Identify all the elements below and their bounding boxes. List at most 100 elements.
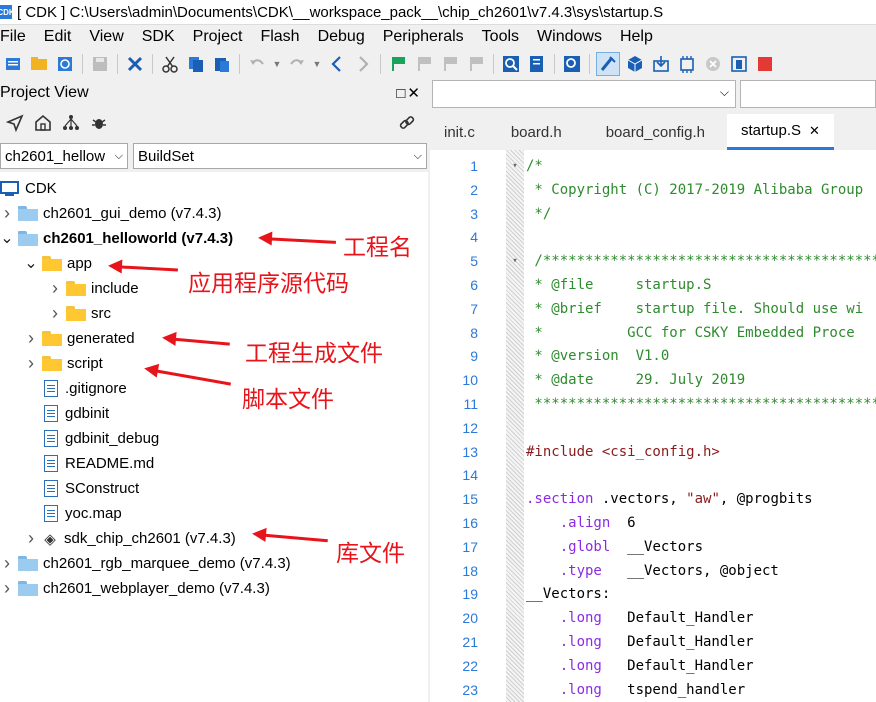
stop-icon[interactable] [702, 53, 724, 75]
panel-window-controls[interactable]: □✕ [396, 84, 422, 102]
tree-folder-item[interactable]: › src [0, 301, 111, 326]
tree-folder-item[interactable]: › script [0, 351, 103, 376]
tab-init-c[interactable]: init.c [430, 114, 489, 150]
menu-help[interactable]: Help [620, 28, 661, 46]
bookmark-flag-icon[interactable] [387, 53, 409, 75]
menu-edit[interactable]: Edit [44, 28, 80, 46]
tree-file-item[interactable]: .gitignore [0, 376, 127, 401]
redo-dropdown-icon[interactable]: ▼ [312, 53, 322, 75]
menu-peripherals[interactable]: Peripherals [383, 28, 472, 46]
locate-file-icon[interactable] [2, 110, 28, 136]
zoom-icon[interactable] [561, 53, 583, 75]
new-file-icon[interactable] [2, 53, 24, 75]
line-number: 4 [470, 229, 478, 246]
tree-project-item[interactable]: ⌄ ch2601_helloworld (v7.4.3) [0, 226, 233, 251]
buildset-select[interactable]: BuildSet ⌵ [133, 143, 427, 169]
code-token: "aw" [686, 491, 720, 508]
menu-project[interactable]: Project [193, 28, 251, 46]
fold-toggle-icon[interactable]: ▾ [510, 161, 520, 171]
code-line: 2 * Copyright (C) 2017-2019 Alibaba Grou… [430, 178, 863, 202]
save-icon[interactable] [89, 53, 111, 75]
navigate-back-icon[interactable] [326, 53, 348, 75]
fold-toggle-icon[interactable]: ▾ [510, 256, 520, 266]
tree-file-item[interactable]: yoc.map [0, 501, 122, 526]
link-icon[interactable] [394, 110, 420, 136]
chevron-right-icon[interactable]: › [24, 353, 38, 374]
code-text: #include <csi_config.h> [526, 444, 720, 460]
chevron-down-icon[interactable]: ⌄ [24, 255, 38, 271]
open-folder-icon[interactable] [28, 53, 50, 75]
undo-dropdown-icon[interactable]: ▼ [272, 53, 282, 75]
bookmark-clear-icon[interactable] [465, 53, 487, 75]
code-line: 23 .long tspend_handler [430, 678, 745, 702]
build-icon[interactable] [596, 52, 620, 76]
bug-icon[interactable] [86, 110, 112, 136]
erase-icon[interactable] [728, 53, 750, 75]
tree-folder-item[interactable]: › include [0, 276, 139, 301]
menu-view[interactable]: View [89, 28, 131, 46]
tab-board-config-h[interactable]: board_config.h [584, 114, 727, 150]
bookmark-prev-icon[interactable] [413, 53, 435, 75]
project-select-value: ch2601_hellow [5, 147, 106, 165]
chevron-right-icon[interactable]: › [48, 278, 62, 299]
folder-icon [66, 306, 86, 321]
find-in-files-icon[interactable] [526, 53, 548, 75]
line-number: 5 [470, 253, 478, 270]
code-token: .long [526, 657, 602, 674]
tab-board-h[interactable]: board.h [489, 114, 584, 150]
symbol-select[interactable] [740, 80, 876, 108]
redo-icon[interactable] [286, 53, 308, 75]
navigate-forward-icon[interactable] [352, 53, 374, 75]
tree-file-item[interactable]: gdbinit_debug [0, 426, 159, 451]
tree-project-item[interactable]: › ch2601_gui_demo (v7.4.3) [0, 201, 221, 226]
home-icon[interactable] [30, 110, 56, 136]
tree-file-item[interactable]: README.md [0, 451, 154, 476]
menu-debug[interactable]: Debug [318, 28, 373, 46]
menu-sdk[interactable]: SDK [142, 28, 183, 46]
tree-library-item[interactable]: › ◈ sdk_chip_ch2601 (v7.4.3) [0, 526, 236, 551]
dependency-graph-icon[interactable] [58, 110, 84, 136]
chevron-right-icon[interactable]: › [48, 303, 62, 324]
search-icon[interactable] [500, 53, 522, 75]
download-icon[interactable] [650, 53, 672, 75]
tab-startup-s[interactable]: startup.S ✕ [726, 114, 834, 150]
tree-project-item[interactable]: › ch2601_rgb_marquee_demo (v7.4.3) [0, 551, 291, 576]
tree-file-item[interactable]: gdbinit [0, 401, 109, 426]
symbol-scope-select[interactable]: ⌵ [432, 80, 736, 108]
project-select[interactable]: ch2601_hellow ⌵ [0, 143, 128, 169]
flash-chip-icon[interactable] [676, 53, 698, 75]
code-token: Default_Handler [601, 634, 754, 650]
tree-project-item[interactable]: › ch2601_webplayer_demo (v7.4.3) [0, 576, 270, 601]
code-editor[interactable]: 1 ▾ /* 2 * Copyright (C) 2017-2019 Alibaba … [430, 150, 876, 702]
menu-file[interactable]: File [0, 28, 34, 46]
rebuild-icon[interactable] [624, 53, 646, 75]
code-token: /* [526, 158, 543, 174]
menu-windows[interactable]: Windows [537, 28, 610, 46]
chevron-right-icon[interactable]: › [0, 203, 14, 224]
chevron-down-icon[interactable]: ⌄ [0, 230, 14, 246]
tree-item-label: SConstruct [65, 480, 140, 497]
tree-file-item[interactable]: SConstruct [0, 476, 139, 501]
tree-folder-item[interactable]: ⌄ app [0, 251, 92, 276]
bookmark-next-icon[interactable] [439, 53, 461, 75]
chevron-right-icon[interactable]: › [24, 328, 38, 349]
chevron-right-icon[interactable]: › [24, 528, 38, 549]
chevron-right-icon[interactable]: › [0, 553, 14, 574]
cut-icon[interactable] [159, 53, 181, 75]
editor-tabs: init.c board.h board_config.h startup.S … [430, 112, 876, 150]
tab-close-icon[interactable]: ✕ [809, 123, 820, 139]
tree-root-item[interactable]: CDK [0, 176, 57, 201]
copy-icon[interactable] [185, 53, 207, 75]
tree-item-label: generated [67, 330, 135, 347]
menu-flash[interactable]: Flash [260, 28, 307, 46]
tree-folder-item[interactable]: › generated [0, 326, 135, 351]
code-text: .type __Vectors, @object [526, 563, 779, 579]
undo-icon[interactable] [246, 53, 268, 75]
close-icon[interactable] [124, 53, 146, 75]
refresh-icon[interactable] [54, 53, 76, 75]
paste-icon[interactable] [211, 53, 233, 75]
chevron-right-icon[interactable]: › [0, 578, 14, 599]
code-text: /* [526, 158, 543, 174]
debug-icon[interactable] [754, 53, 776, 75]
menu-tools[interactable]: Tools [482, 28, 527, 46]
